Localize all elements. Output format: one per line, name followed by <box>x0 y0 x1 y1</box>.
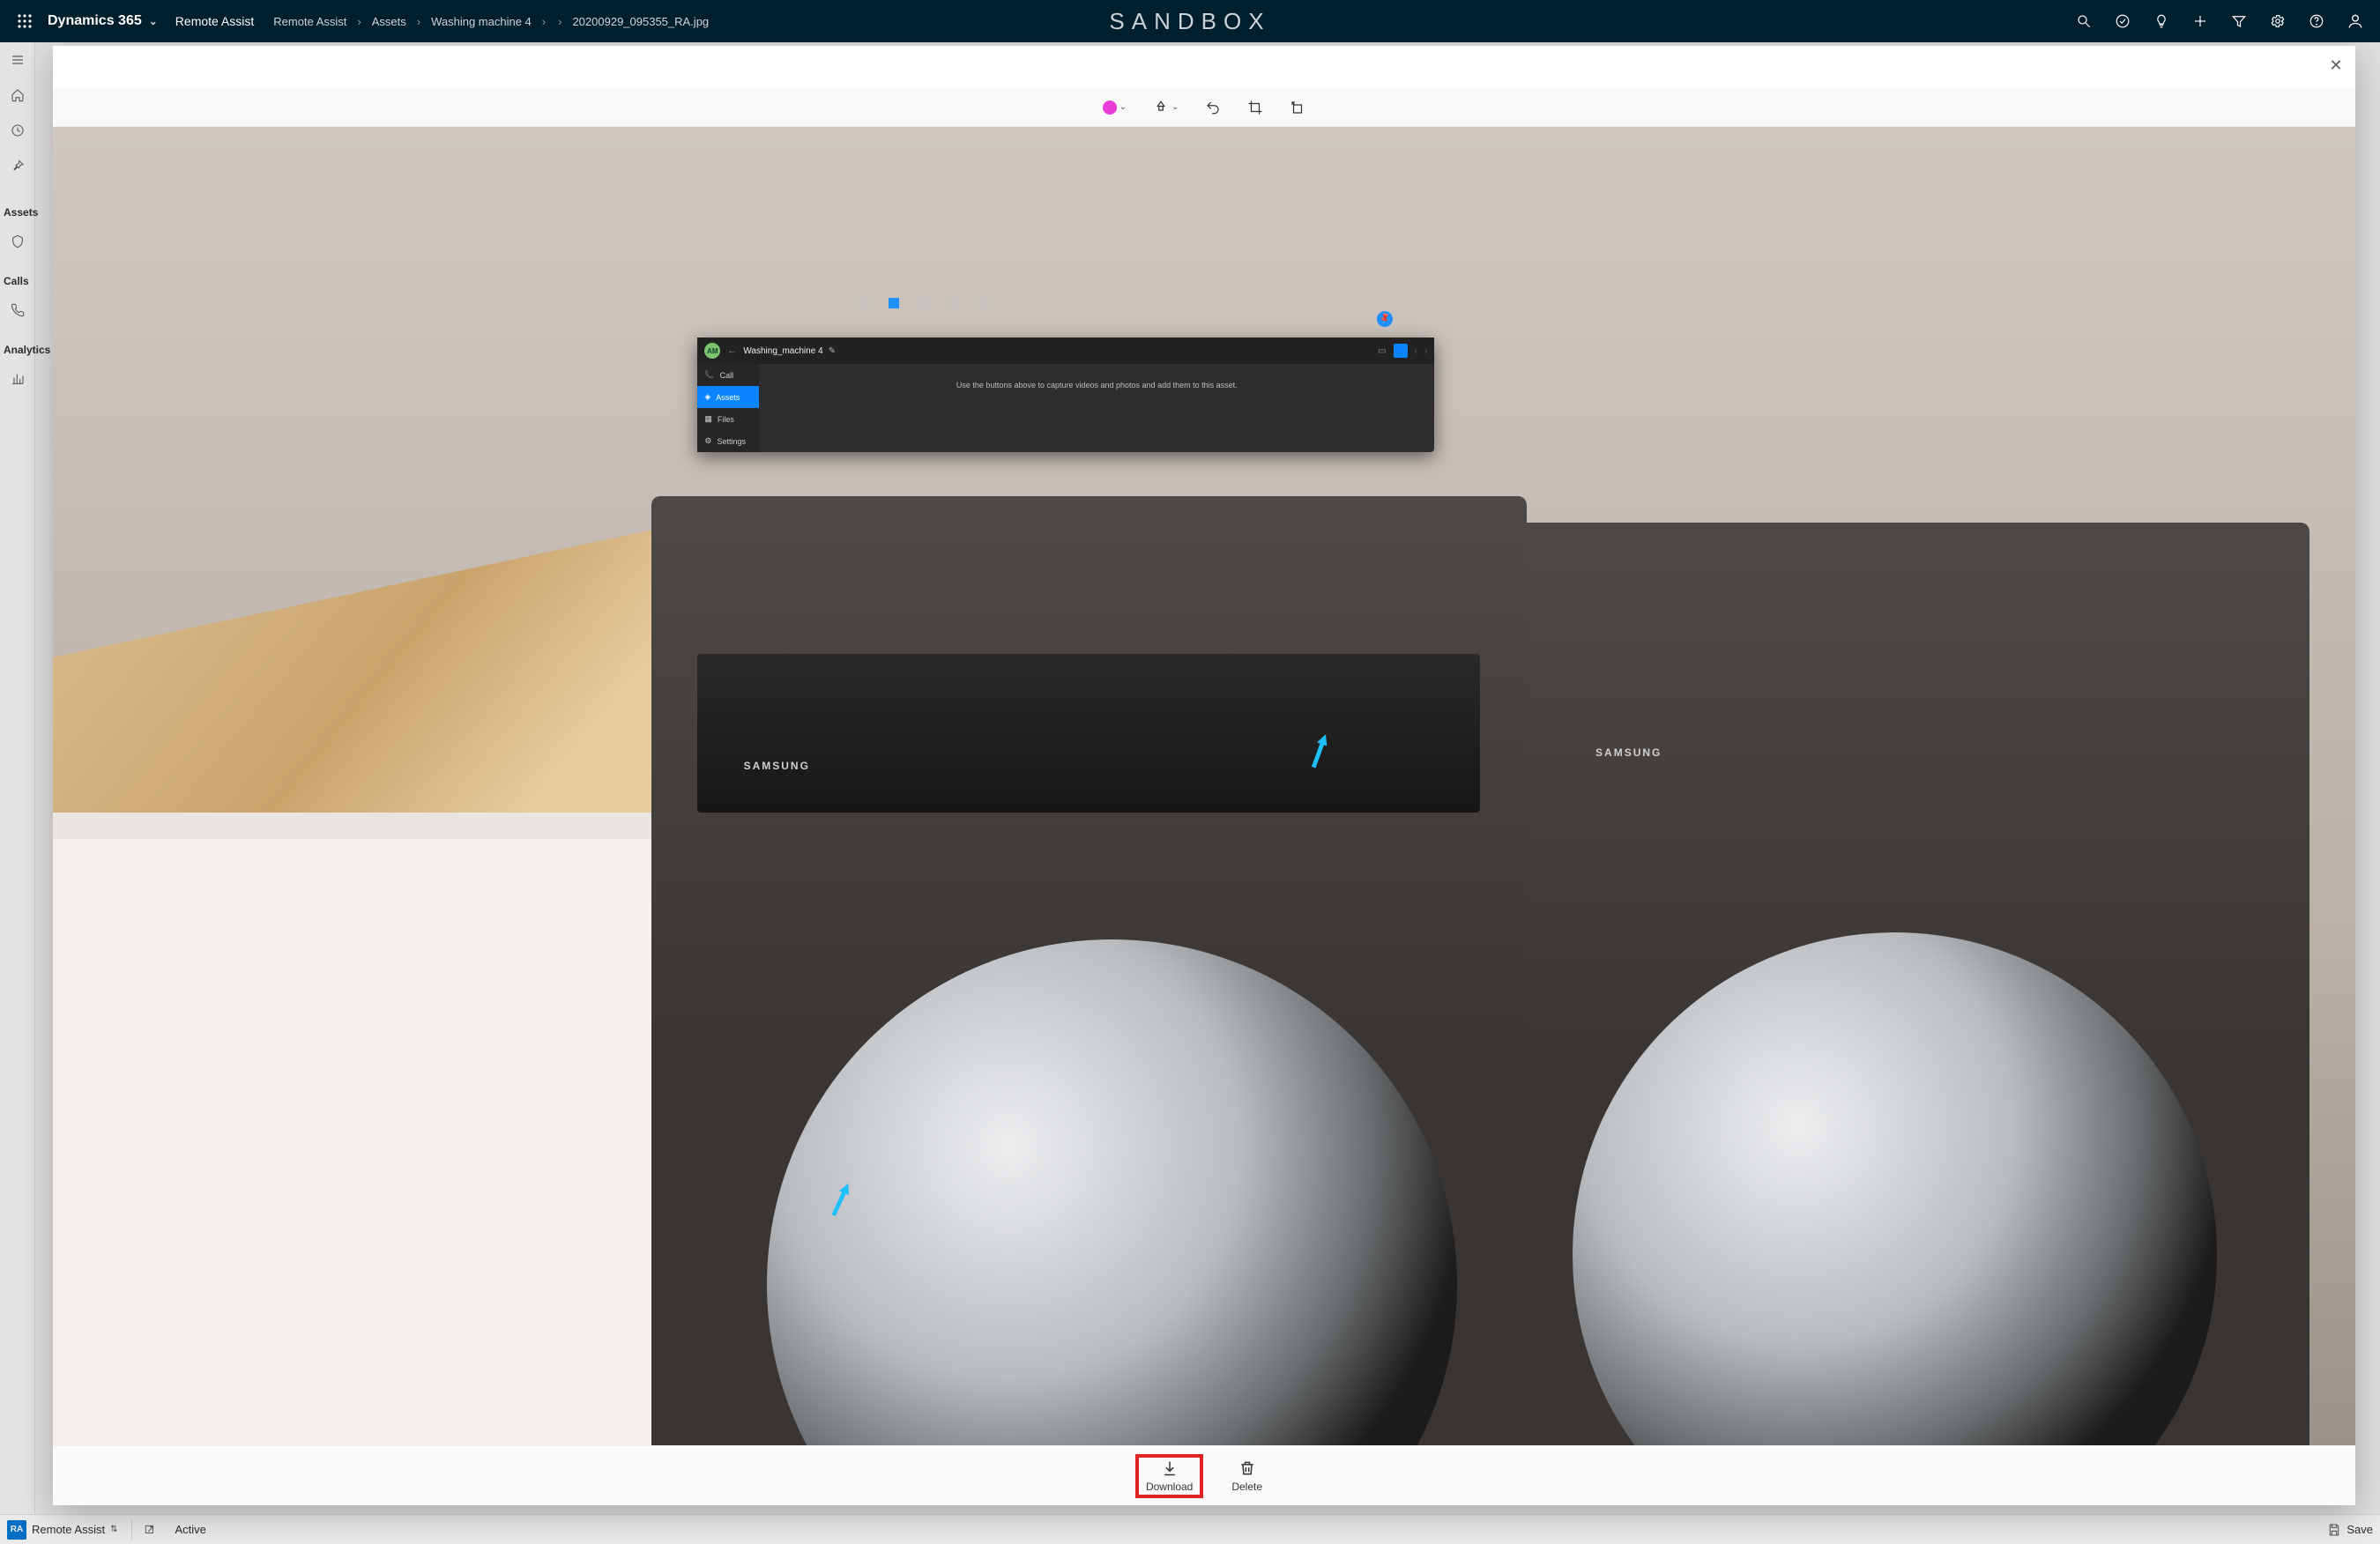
breadcrumb-item[interactable]: Remote Assist <box>273 15 346 28</box>
task-check-icon[interactable] <box>2103 0 2142 42</box>
chevron-down-icon: ⌄ <box>149 15 158 27</box>
breadcrumb-sep <box>540 15 547 28</box>
avatar: AM <box>704 343 720 359</box>
chevron-down-icon: ⌄ <box>1119 102 1127 112</box>
lightbulb-icon[interactable] <box>2142 0 2181 42</box>
color-picker[interactable]: ⌄ <box>1099 97 1130 118</box>
ar-icon <box>978 298 989 308</box>
breadcrumb-item[interactable]: 20200929_095355_RA.jpg <box>572 15 709 28</box>
topbar-actions <box>2064 0 2375 42</box>
rotate-button[interactable] <box>1286 96 1309 119</box>
help-icon[interactable] <box>2297 0 2336 42</box>
undo-button[interactable] <box>1201 96 1224 119</box>
brand-label: SAMSUNG <box>744 760 810 772</box>
image-viewer-footer: Download Delete <box>53 1445 2355 1505</box>
video-icon: ▭ <box>1378 346 1386 356</box>
product-switcher[interactable]: Dynamics 365 ⌄ <box>44 13 161 29</box>
delete-button[interactable]: Delete <box>1223 1456 1271 1496</box>
crop-button[interactable] <box>1244 96 1267 119</box>
grid-icon <box>1394 344 1408 358</box>
annotation-toolbar: ⌄ ⌄ <box>53 88 2355 127</box>
asset-image: SAMSUNG SAMSUNG 📌 AM ← Washing_machine 4… <box>53 127 2355 1445</box>
download-label: Download <box>1146 1481 1193 1493</box>
breadcrumb-sep <box>556 15 563 28</box>
ar-content-text: Use the buttons above to capture videos … <box>759 364 1434 452</box>
user-icon[interactable] <box>2336 0 2375 42</box>
chevron-down-icon: ⌄ <box>1171 102 1179 112</box>
app-name-label: Remote Assist <box>161 14 268 28</box>
brand-label: SAMSUNG <box>1595 746 1662 759</box>
global-topbar: Dynamics 365 ⌄ Remote Assist Remote Assi… <box>0 0 2380 42</box>
gear-icon[interactable] <box>2258 0 2297 42</box>
search-icon[interactable] <box>2064 0 2103 42</box>
ar-nav-settings: ⚙Settings <box>697 430 759 452</box>
plus-icon[interactable] <box>2181 0 2220 42</box>
breadcrumb-item[interactable]: Assets <box>372 15 406 28</box>
ar-nav: 📞Call ◈Assets ▦Files ⚙Settings <box>697 364 759 452</box>
ar-icon <box>919 298 929 308</box>
breadcrumb-sep <box>355 15 362 28</box>
filter-icon[interactable] <box>2220 0 2258 42</box>
ar-floating-icons <box>859 298 989 308</box>
image-viewer-modal: ✕ ⌄ ⌄ SAMSUNG SA <box>53 46 2355 1505</box>
product-label: Dynamics 365 <box>48 13 142 29</box>
ar-title: Washing_machine 4 <box>743 346 822 356</box>
ink-tool[interactable]: ⌄ <box>1149 96 1182 119</box>
back-arrow-icon: ← <box>727 346 736 356</box>
chevron-right-icon: › <box>1424 346 1427 356</box>
chevron-left-icon: ‹ <box>1415 346 1417 356</box>
ar-icon <box>859 298 869 308</box>
close-icon[interactable]: ✕ <box>2322 51 2350 79</box>
ar-nav-call: 📞Call <box>697 364 759 386</box>
delete-label: Delete <box>1231 1481 1262 1493</box>
ar-icon <box>948 298 959 308</box>
edit-icon: ✎ <box>829 346 836 356</box>
breadcrumb-item[interactable]: Washing machine 4 <box>431 15 532 28</box>
color-dot-icon <box>1103 100 1117 115</box>
environment-label: SANDBOX <box>1109 8 1270 35</box>
ar-overlay-card: AM ← Washing_machine 4 ✎ ▭ ‹ › 📞Call ◈As… <box>697 338 1434 452</box>
ar-nav-assets: ◈Assets <box>697 386 759 408</box>
download-button[interactable]: Download <box>1137 1456 1201 1496</box>
ar-icon <box>889 298 899 308</box>
breadcrumb-sep <box>415 15 422 28</box>
app-launcher-icon[interactable] <box>5 0 44 42</box>
ar-nav-files: ▦Files <box>697 408 759 430</box>
breadcrumb: Remote Assist Assets Washing machine 4 2… <box>268 15 709 28</box>
photo-content: SAMSUNG SAMSUNG 📌 AM ← Washing_machine 4… <box>53 127 2355 1445</box>
